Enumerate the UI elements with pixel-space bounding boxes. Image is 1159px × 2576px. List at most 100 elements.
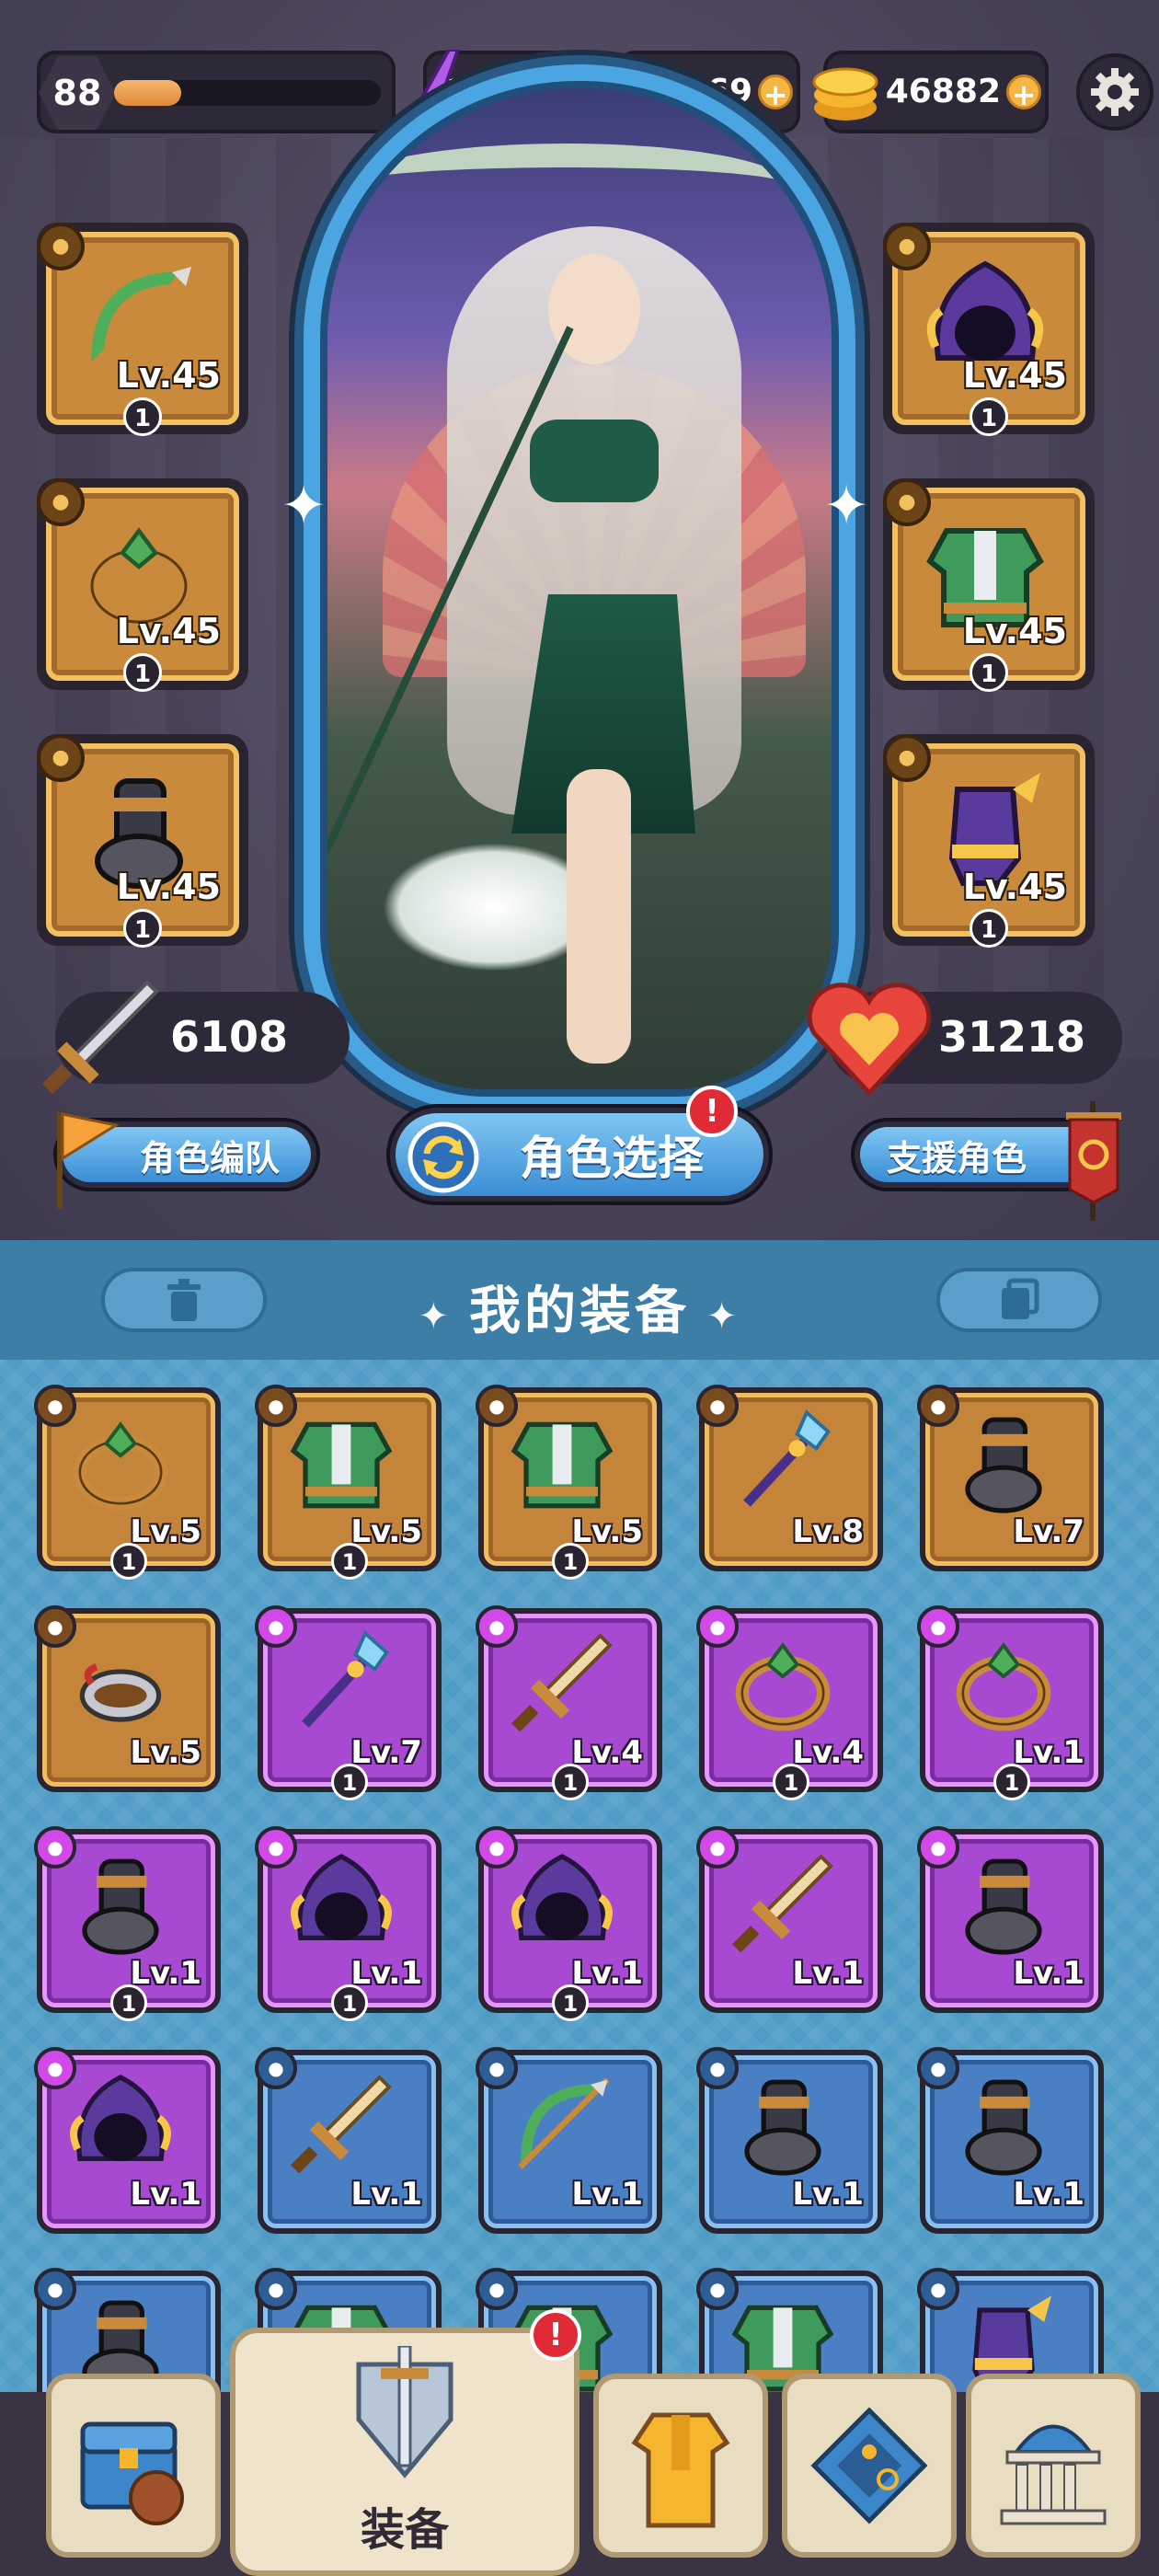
slot-count: 1	[123, 909, 162, 948]
equipment-alert-badge: !	[530, 2309, 581, 2361]
inventory-item[interactable]: ● Lv.1	[476, 2047, 662, 2234]
item-count: 1	[552, 1543, 589, 1580]
item-level: Lv.1	[1013, 1955, 1084, 1992]
inventory-item[interactable]: ● Lv.1	[696, 1826, 883, 2013]
boots-icon	[939, 1845, 1068, 1964]
nav-shop[interactable]	[46, 2374, 221, 2558]
item-level: Lv.8	[792, 1513, 864, 1550]
inventory-item[interactable]: ● Lv.4 1	[476, 1605, 662, 1800]
hp-value: 31218	[938, 1012, 1086, 1062]
item-count: 1	[773, 1764, 809, 1800]
equipped-slot-armor[interactable]: ● Lv.45 1	[883, 478, 1095, 692]
equipped-slot-ring[interactable]: ● Lv.45 1	[37, 478, 248, 692]
helmet-icon	[56, 1624, 185, 1743]
dice-map-icon	[810, 2407, 928, 2524]
sword-icon	[41, 980, 159, 1095]
armor-icon	[277, 1403, 406, 1523]
inventory-item[interactable]: ● Lv.4 1	[696, 1605, 883, 1800]
sparkle-icon: ✦	[823, 474, 870, 538]
item-level: Lv.1	[350, 1955, 422, 1992]
flag-icon	[57, 1112, 120, 1209]
slot-level: Lv.45	[962, 867, 1067, 907]
xp-track	[114, 80, 381, 106]
ring-icon	[56, 1403, 185, 1523]
slot-level: Lv.45	[116, 611, 221, 651]
character-select-button[interactable]: 角色选择 !	[386, 1086, 773, 1205]
select-alert-badge: !	[686, 1086, 738, 1137]
game-screen: 88 11/90 + 1669 + 46882 +	[0, 0, 1159, 2576]
inventory-item[interactable]: ● Lv.1 1	[917, 1605, 1104, 1800]
inventory-item[interactable]: ● Lv.1	[696, 2047, 883, 2234]
inventory-item[interactable]: ● Lv.5	[34, 1605, 221, 1792]
inventory-item[interactable]: ● Lv.1	[917, 2047, 1104, 2234]
item-level: Lv.1	[130, 2176, 201, 2213]
inventory-item[interactable]: ● Lv.1	[34, 2047, 221, 2234]
inventory-item[interactable]: ● Lv.7	[917, 1385, 1104, 1571]
item-level: Lv.7	[1013, 1513, 1084, 1550]
equipped-slot-boots[interactable]: ● Lv.45 1	[37, 734, 248, 948]
banner-icon	[1066, 1101, 1121, 1221]
bottom-navigation: 装备 !	[0, 2309, 1159, 2576]
sword-icon	[277, 2065, 406, 2185]
item-level: Lv.1	[792, 2176, 864, 2213]
player-level-bar[interactable]: 88	[37, 51, 396, 133]
attack-power: 6108	[41, 980, 350, 1095]
slot-level: Lv.45	[962, 355, 1067, 396]
item-level: Lv.5	[130, 1734, 201, 1771]
team-formation-button[interactable]: 角色编队	[53, 1112, 320, 1209]
inventory-item[interactable]: ● Lv.1	[917, 1826, 1104, 2013]
inventory-header: ✦ 我的装备 ✦	[0, 1240, 1159, 1360]
add-gems-button[interactable]: +	[758, 75, 793, 112]
character-portrait	[320, 81, 839, 1097]
nav-skills[interactable]	[782, 2374, 957, 2558]
left-arrow-ornament-icon: ✦	[418, 1295, 469, 1338]
slot-count: 1	[970, 653, 1008, 692]
gold-value: 46882	[885, 73, 1001, 110]
gold-counter[interactable]: 46882 +	[812, 51, 1049, 133]
ring-icon	[718, 1624, 847, 1743]
slot-level: Lv.45	[116, 355, 221, 396]
character-portrait-frame[interactable]	[304, 64, 855, 1113]
support-character-button[interactable]: 支援角色	[851, 1101, 1121, 1221]
nav-equipment[interactable]: 装备 !	[230, 2309, 581, 2576]
inventory-item[interactable]: ● Lv.1	[255, 2047, 442, 2234]
right-arrow-ornament-icon: ✦	[690, 1295, 741, 1338]
copy-button[interactable]	[936, 1268, 1102, 1332]
nav-hall[interactable]	[966, 2374, 1141, 2558]
boots-icon	[718, 2065, 847, 2185]
boots-icon	[56, 1845, 185, 1964]
swap-icon	[407, 1121, 479, 1193]
treasure-chest-icon	[80, 2421, 184, 2525]
add-gold-button[interactable]: +	[1006, 75, 1041, 112]
inventory-item[interactable]: ● Lv.5 1	[34, 1385, 221, 1580]
inventory-item[interactable]: ● Lv.1 1	[34, 1826, 221, 2021]
heart-icon	[807, 983, 932, 1097]
equipped-slot-weapon[interactable]: ● Lv.45 1	[37, 223, 248, 436]
inventory-item[interactable]: ● Lv.8	[696, 1385, 883, 1571]
inventory-item[interactable]: ● Lv.1 1	[255, 1826, 442, 2021]
inventory-item[interactable]: ● Lv.1 1	[476, 1826, 662, 2021]
item-count: 1	[110, 1543, 147, 1580]
item-count: 1	[331, 1543, 368, 1580]
inventory-item[interactable]: ● Lv.5 1	[255, 1385, 442, 1580]
equipped-slot-gloves[interactable]: ● Lv.45 1	[883, 734, 1095, 948]
item-level: Lv.1	[130, 1955, 201, 1992]
hood-icon	[498, 1845, 626, 1964]
boots-icon	[939, 2065, 1068, 2185]
nav-equipment-label: 装备	[360, 2504, 449, 2556]
hood-icon	[56, 2065, 185, 2185]
scythe-blade	[346, 144, 787, 226]
nav-armor[interactable]	[593, 2374, 768, 2558]
inventory-item[interactable]: ● Lv.7 1	[255, 1605, 442, 1800]
bow-icon	[498, 2065, 626, 2185]
temple-icon	[1000, 2424, 1107, 2525]
inventory-item[interactable]: ● Lv.5 1	[476, 1385, 662, 1580]
item-count: 1	[993, 1764, 1030, 1800]
settings-button[interactable]	[1076, 53, 1153, 131]
sword-shield-icon	[356, 2346, 453, 2478]
equipped-slot-helmet[interactable]: ● Lv.45 1	[883, 223, 1095, 436]
item-level: Lv.5	[571, 1513, 643, 1550]
staff-icon	[718, 1403, 847, 1523]
attack-value: 6108	[170, 1012, 289, 1062]
xp-fill	[114, 80, 181, 106]
